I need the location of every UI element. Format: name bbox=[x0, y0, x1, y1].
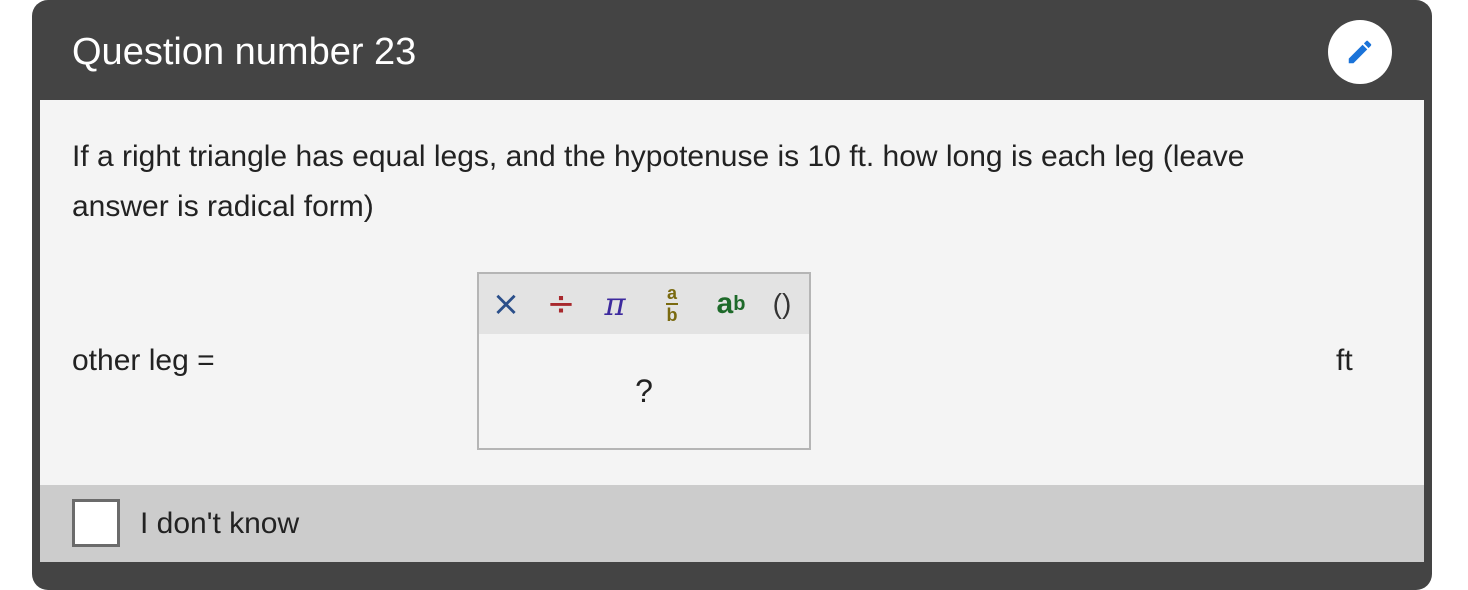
answer-input[interactable]: ? bbox=[479, 334, 809, 448]
fraction-button[interactable]: a b bbox=[655, 280, 689, 328]
math-toolbar: × ÷ π a b ab () bbox=[479, 274, 809, 334]
divide-button[interactable]: ÷ bbox=[543, 280, 579, 328]
answer-label: other leg = bbox=[72, 344, 215, 377]
pencil-icon bbox=[1348, 40, 1372, 64]
math-answer-box: × ÷ π a b ab () ? bbox=[477, 272, 811, 450]
power-base: a bbox=[716, 287, 734, 320]
dont-know-checkbox[interactable] bbox=[72, 499, 120, 547]
pi-button[interactable]: π bbox=[597, 280, 633, 328]
dont-know-label[interactable]: I don't know bbox=[140, 504, 299, 544]
edit-button[interactable] bbox=[1328, 20, 1392, 84]
fraction-denominator: b bbox=[666, 305, 678, 325]
question-text: If a right triangle has equal legs, and … bbox=[72, 140, 1245, 223]
fraction-numerator: a bbox=[666, 283, 677, 303]
question-title: Question number 23 bbox=[72, 31, 417, 73]
exponent-button[interactable]: ab bbox=[707, 280, 755, 328]
multiply-button[interactable]: × bbox=[487, 280, 525, 328]
parentheses-button[interactable]: () bbox=[765, 280, 799, 328]
unit-label: ft bbox=[1336, 344, 1353, 377]
